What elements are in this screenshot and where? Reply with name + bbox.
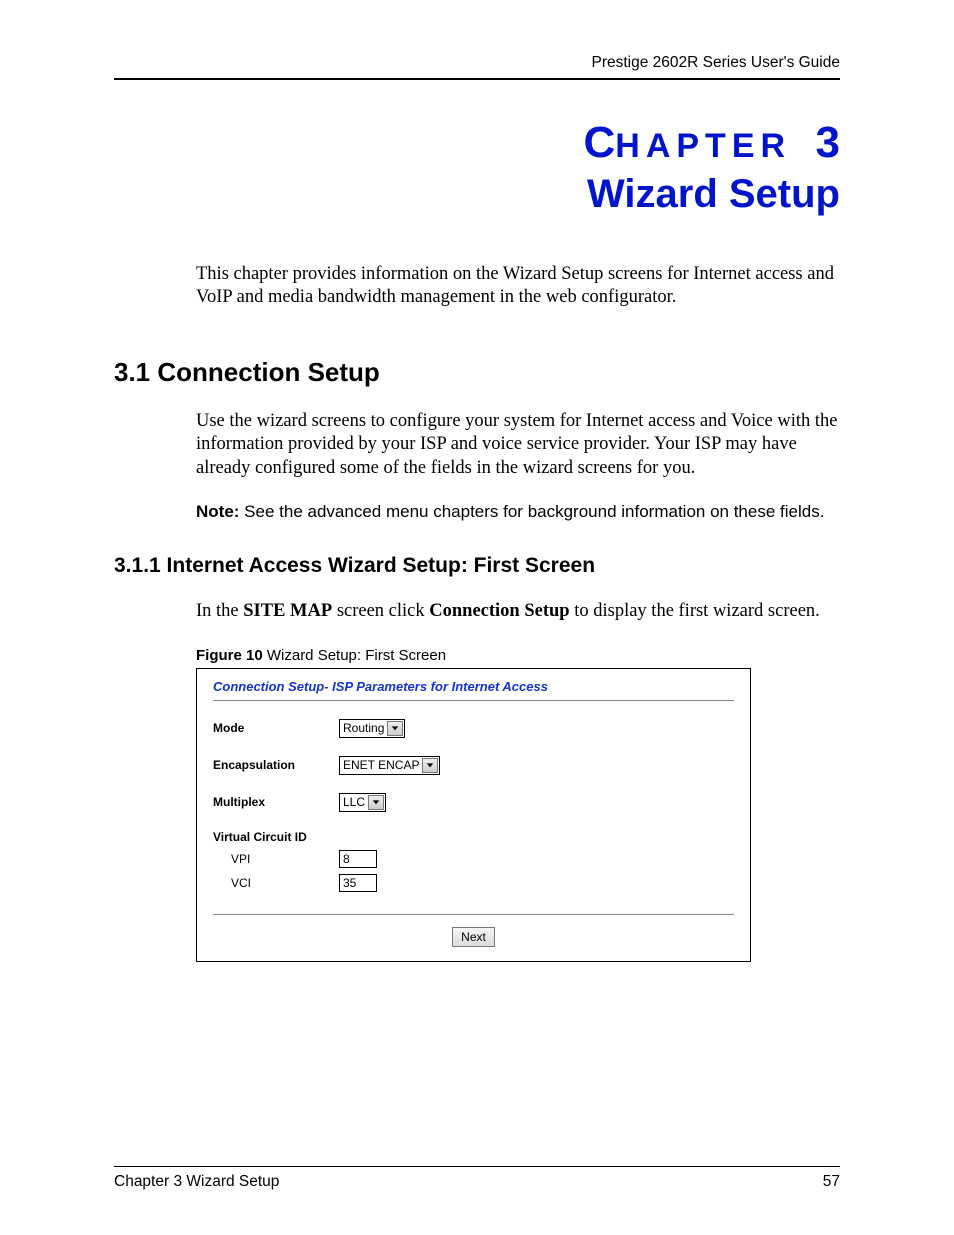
body-bold-connection: Connection Setup <box>429 601 569 621</box>
next-button[interactable]: Next <box>452 927 495 947</box>
section-3-1-heading: 3.1 Connection Setup <box>114 357 840 388</box>
footer-rule <box>114 1166 840 1167</box>
row-mode: Mode Routing <box>213 719 734 738</box>
chevron-down-icon <box>368 795 384 810</box>
row-vcid: Virtual Circuit ID <box>213 830 734 844</box>
label-multiplex: Multiplex <box>213 795 339 809</box>
row-vpi: VPI <box>213 850 734 868</box>
wizard-divider-top <box>213 700 734 701</box>
label-encapsulation: Encapsulation <box>213 758 339 772</box>
footer-chapter: Chapter 3 Wizard Setup <box>114 1173 279 1191</box>
select-encap-value: ENET ENCAP <box>343 758 419 772</box>
select-multiplex-value: LLC <box>343 795 365 809</box>
chapter-label: CHAPTER 3 <box>114 118 840 168</box>
row-multiplex: Multiplex LLC <box>213 793 734 812</box>
chapter-name: Wizard Setup <box>114 172 840 217</box>
wizard-divider-bottom <box>213 914 734 915</box>
figure-label: Figure 10 <box>196 647 267 664</box>
figure-caption-text: Wizard Setup: First Screen <box>267 647 446 664</box>
section-3-1-body: Use the wizard screens to configure your… <box>196 410 840 479</box>
label-vcid: Virtual Circuit ID <box>213 830 339 844</box>
row-vci: VCI <box>213 874 734 892</box>
body-suffix: to display the first wizard screen. <box>570 601 820 621</box>
label-vpi: VPI <box>213 852 339 866</box>
section-3-1-note: Note: See the advanced menu chapters for… <box>196 502 840 522</box>
label-vci: VCI <box>213 876 339 890</box>
select-mode[interactable]: Routing <box>339 719 405 738</box>
note-label: Note: <box>196 502 239 521</box>
wizard-panel: Connection Setup- ISP Parameters for Int… <box>196 668 751 962</box>
chapter-intro: This chapter provides information on the… <box>196 263 840 309</box>
chapter-number: 3 <box>816 118 840 167</box>
input-vpi[interactable] <box>339 850 377 868</box>
page: Prestige 2602R Series User's Guide CHAPT… <box>0 0 954 1235</box>
section-3-1-1-heading: 3.1.1 Internet Access Wizard Setup: Firs… <box>114 554 840 578</box>
header-rule <box>114 78 840 80</box>
chapter-prefix: C <box>583 118 615 167</box>
input-vci[interactable] <box>339 874 377 892</box>
select-encapsulation[interactable]: ENET ENCAP <box>339 756 440 775</box>
select-mode-value: Routing <box>343 721 384 735</box>
chapter-mid: HAPTER <box>615 127 791 165</box>
figure-caption: Figure 10 Wizard Setup: First Screen <box>196 647 840 664</box>
body-mid: screen click <box>332 601 429 621</box>
select-multiplex[interactable]: LLC <box>339 793 386 812</box>
header-guide-title: Prestige 2602R Series User's Guide <box>592 54 841 72</box>
chapter-title-block: CHAPTER 3 Wizard Setup <box>114 118 840 217</box>
body-bold-sitemap: SITE MAP <box>243 601 332 621</box>
body-prefix: In the <box>196 601 243 621</box>
row-encapsulation: Encapsulation ENET ENCAP <box>213 756 734 775</box>
label-mode: Mode <box>213 721 339 735</box>
note-text: See the advanced menu chapters for backg… <box>239 502 824 521</box>
chevron-down-icon <box>387 721 403 736</box>
chevron-down-icon <box>422 758 438 773</box>
footer-page-number: 57 <box>823 1173 840 1191</box>
section-3-1-1-body: In the SITE MAP screen click Connection … <box>196 600 840 623</box>
wizard-button-row: Next <box>213 927 734 947</box>
wizard-title: Connection Setup- ISP Parameters for Int… <box>213 679 734 694</box>
